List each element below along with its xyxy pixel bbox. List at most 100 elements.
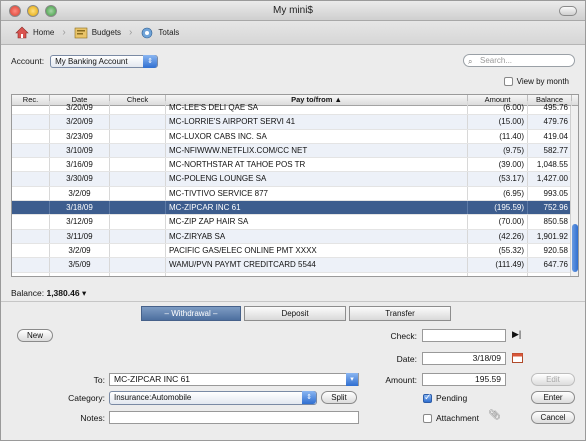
totals-button[interactable]: Totals	[140, 26, 179, 39]
divider	[1, 301, 585, 302]
search-input[interactable]: ⌕ Search...	[463, 54, 575, 67]
table-row[interactable]: 3/2/09 MC-TIVTIVO SERVICE 877 (6.95) 993.05	[12, 186, 578, 202]
date-label: Date:	[396, 354, 417, 364]
cell-rec	[12, 172, 50, 186]
calendar-icon[interactable]	[512, 352, 523, 363]
app-window: My mini$ Home › Budgets › Totals Account…	[0, 0, 586, 441]
cell-balance: 479.76	[528, 115, 572, 129]
table-row[interactable]: 3/20/09 MC-LORRIE'S AIRPORT SERVI 41 (15.0…	[12, 115, 578, 130]
cell-balance: 752.96	[528, 201, 572, 215]
toolbar-toggle-button[interactable]	[559, 6, 577, 16]
cell-amount: (15.00)	[468, 115, 528, 129]
cell-date: 3/30/09	[50, 172, 110, 186]
cell-check	[110, 158, 166, 172]
attachment-toggle[interactable]: Attachment	[423, 413, 479, 423]
edit-button[interactable]: Edit	[531, 373, 575, 386]
paperclip-icon[interactable]: 📎︎	[488, 410, 501, 421]
cell-balance: 1,427.00	[528, 172, 572, 186]
cell-check	[110, 215, 166, 229]
table-scrollbar[interactable]	[570, 106, 578, 276]
tab-withdrawal[interactable]: – Withdrawal –	[141, 306, 241, 321]
table-row[interactable]: 3/23/09 MC-LUXOR CABS INC. SA (11.40) 419.0…	[12, 129, 578, 144]
cell-rec	[12, 215, 50, 229]
cell-check	[110, 172, 166, 186]
table-row[interactable]: 3/20/09 MC-LEE'S DELI QAE SA (6.00) 495.76	[12, 101, 578, 116]
cell-check	[110, 272, 166, 276]
table-row[interactable]: 3/16/09 MC-NORTHSTAR AT TAHOE POS TR (39.0…	[12, 158, 578, 173]
notes-field[interactable]	[109, 411, 359, 424]
view-by-month-checkbox[interactable]	[503, 77, 513, 86]
cell-balance: 1,048.55	[528, 158, 572, 172]
title-bar: My mini$	[1, 1, 585, 21]
cell-rec	[12, 258, 50, 272]
to-label: To:	[93, 375, 105, 385]
cell-date: 3/2/09	[50, 243, 110, 258]
payee-field[interactable]: MC-ZIPCAR INC 61 ▾	[109, 373, 359, 386]
check-field[interactable]	[422, 329, 506, 342]
pending-checkbox[interactable]	[423, 392, 432, 403]
budgets-button[interactable]: Budgets	[74, 26, 121, 39]
enter-button[interactable]: Enter	[531, 391, 575, 404]
cell-payto: MC-ZIP ZAP HAIR SA	[166, 215, 468, 229]
cell-balance: 1,901.92	[528, 229, 572, 243]
cancel-button[interactable]: Cancel	[531, 411, 575, 424]
new-button[interactable]: New	[17, 329, 53, 342]
table-row[interactable]: 3/30/09 MC-POLENG LOUNGE SA (53.17) 1,427.0…	[12, 172, 578, 187]
table-row[interactable]: 3/12/09 MC-ZIP ZAP HAIR SA (70.00) 850.58	[12, 215, 578, 230]
table-row[interactable]: 3/11/09 MC-ZIRYAB SA (42.26) 1,901.92	[12, 229, 578, 244]
cell-date: 3/16/09	[50, 158, 110, 172]
table-row[interactable]: 3/16/09WAMU DEBIT REWARDS ANNUAL PAYMEN1…	[12, 272, 578, 276]
table-row[interactable]: 3/18/09 MC-ZIPCAR INC 61 (195.59) 752.96	[12, 201, 578, 216]
cell-amount: (11.40)	[468, 129, 528, 143]
table-row[interactable]: 3/5/09 WAMU/PVN PAYMT CREDITCARD 5544 (111…	[12, 258, 578, 273]
transactions-table: Rec. Date Check Pay to/from ▲ Amount Bal…	[11, 94, 579, 277]
cell-check	[110, 101, 166, 115]
cell-amount: (111.49)	[468, 258, 528, 272]
budgets-icon	[74, 27, 87, 39]
pending-label: Pending	[436, 393, 468, 403]
attachment-label: Attachment	[436, 413, 479, 423]
category-select[interactable]: Insurance:Automobile ⇕	[109, 391, 317, 405]
cell-amount: (55.32)	[468, 243, 528, 258]
balance-value: 1,380.46	[46, 288, 80, 298]
table-row[interactable]: 3/2/09 PACIFIC GAS/ELEC ONLINE PMT XXXX (5…	[12, 243, 578, 259]
zoom-window-button[interactable]	[45, 5, 57, 17]
minimize-window-button[interactable]	[27, 5, 39, 17]
search-placeholder: Search...	[480, 56, 513, 65]
table-body: 3/20/09 MC-LEE'S DELI QAE SA (6.00) 495.76 3…	[12, 101, 578, 276]
category-label: Category:	[68, 393, 105, 403]
cell-balance: 850.58	[528, 215, 572, 229]
tab-deposit[interactable]: Deposit	[244, 306, 346, 321]
cell-amount: (70.00)	[468, 215, 528, 229]
home-button[interactable]: Home	[15, 26, 54, 39]
cell-payto: WAMU/PVN PAYMT CREDITCARD 5544	[166, 258, 468, 272]
balance-readout[interactable]: Balance: 1,380.46 ▾	[11, 288, 86, 299]
cell-check	[110, 186, 166, 201]
cell-date: 3/12/09	[50, 215, 110, 229]
date-field[interactable]: 3/18/09	[422, 352, 506, 365]
cell-payto: MC-ZIRYAB SA	[166, 229, 468, 243]
attachment-checkbox[interactable]	[423, 413, 432, 423]
cell-rec	[12, 101, 50, 115]
scrollbar-thumb[interactable]	[572, 224, 578, 272]
home-label: Home	[33, 28, 55, 37]
cell-rec	[12, 201, 50, 215]
disclosure-triangle-icon: ▾	[81, 288, 87, 298]
next-check-icon[interactable]: ▶︎|	[512, 329, 521, 340]
view-by-month[interactable]: View by month	[503, 77, 569, 86]
chevron-down-icon[interactable]: ▾	[346, 373, 358, 386]
account-select-value: My Banking Account	[55, 56, 128, 66]
cell-rec	[12, 272, 50, 276]
amount-field[interactable]: 195.59	[422, 373, 506, 386]
tab-transfer[interactable]: Transfer	[349, 306, 451, 321]
account-row: Account: My Banking Account ⇕ ⌕ Search..…	[11, 53, 575, 69]
table-row[interactable]: 3/10/09 MC-NFIWWW.NETFLIX.COM/CC NET (9.75…	[12, 143, 578, 159]
cell-balance: 647.76	[528, 258, 572, 272]
cell-payto: MC-LUXOR CABS INC. SA	[166, 129, 468, 143]
cell-amount: (9.75)	[468, 143, 528, 158]
split-button[interactable]: Split	[321, 391, 357, 404]
close-window-button[interactable]	[9, 5, 21, 17]
cell-payto: MC-ZIPCAR INC 61	[166, 201, 468, 215]
pending-toggle[interactable]: Pending	[423, 392, 468, 403]
account-select[interactable]: My Banking Account ⇕	[50, 54, 159, 68]
